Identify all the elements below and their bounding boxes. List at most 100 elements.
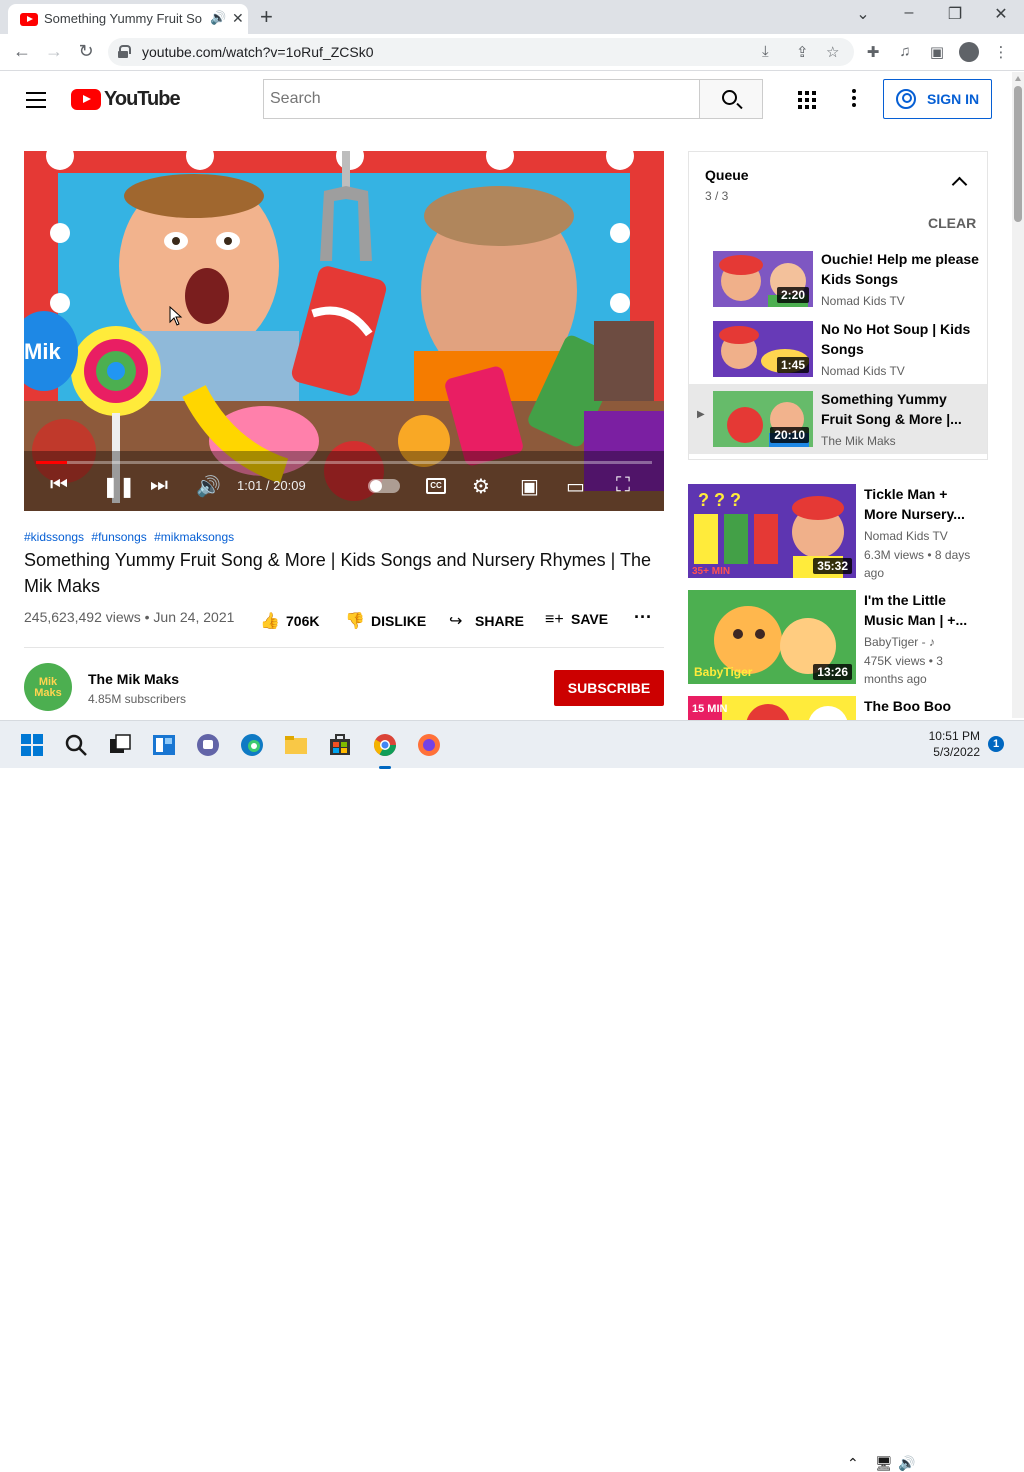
thumbnail-image: 15 MIN (688, 696, 856, 720)
extensions-puzzle-icon[interactable]: ✚ (862, 43, 884, 61)
tab-close-icon[interactable]: ✕ (232, 10, 244, 27)
queue-item-current[interactable]: ▶ 20:10 Something Yummy Fruit Song & Mor… (689, 384, 987, 454)
chevron-down-icon[interactable]: ⌄ (848, 4, 878, 24)
reload-icon[interactable]: ↻ (74, 41, 98, 62)
lock-icon[interactable] (118, 45, 131, 58)
queue-thumbnail[interactable]: 1:45 (713, 321, 813, 377)
media-control-icon[interactable]: ♫ (894, 43, 916, 60)
bookmark-star-icon[interactable]: ☆ (826, 43, 839, 61)
task-view-icon[interactable] (108, 733, 132, 757)
edge-browser-icon[interactable] (240, 733, 264, 757)
fullscreen-icon[interactable]: ⛶ (616, 474, 630, 497)
youtube-logo-text: YouTube (104, 88, 181, 110)
windows-start-icon[interactable] (20, 733, 44, 757)
teams-chat-icon[interactable] (196, 733, 220, 757)
recommendation-title[interactable]: The Boo Boo (864, 696, 976, 716)
side-panel-icon[interactable]: ▣ (926, 43, 948, 61)
queue-item[interactable]: 1:45 No No Hot Soup | Kids Songs Nomad K… (689, 314, 987, 384)
install-icon[interactable]: ⤓ (762, 43, 769, 60)
browser-menu-icon[interactable]: ⋮ (990, 43, 1012, 61)
forward-arrow-icon[interactable]: → (42, 41, 66, 62)
queue-item-title[interactable]: Ouchie! Help me please Kids Songs (821, 249, 979, 289)
miniplayer-icon[interactable]: ▣ (520, 474, 539, 499)
profile-avatar-icon[interactable] (959, 42, 979, 62)
queue-item-title[interactable]: No No Hot Soup | Kids Songs (821, 319, 979, 359)
autoplay-toggle[interactable] (368, 479, 400, 493)
recommendation-meta: 475K views • 3 months ago (864, 654, 943, 686)
svg-text:? ? ?: ? ? ? (698, 490, 741, 510)
queue-thumbnail[interactable]: 20:10 (713, 391, 813, 447)
video-frame-image: Mik (24, 151, 664, 511)
search-button[interactable] (699, 79, 763, 119)
like-button[interactable]: 👍 706K (260, 611, 319, 631)
page-scrollbar[interactable] (1012, 72, 1024, 718)
notification-badge[interactable]: 1 (988, 736, 1004, 752)
volume-icon[interactable]: 🔊 (196, 474, 221, 499)
queue-clear-button[interactable]: CLEAR (928, 215, 976, 231)
share-button[interactable]: ↪ SHARE (449, 611, 524, 631)
subscribe-button[interactable]: SUBSCRIBE (554, 670, 664, 706)
hashtag-link[interactable]: #funsongs (91, 530, 146, 544)
sign-in-button[interactable]: SIGN IN (883, 79, 992, 119)
browser-tab[interactable]: Something Yummy Fruit Song 🔊 ✕ (8, 4, 248, 34)
theater-mode-icon[interactable]: ▭ (566, 474, 585, 499)
volume-tray-icon[interactable]: 🔊 (898, 1455, 915, 1472)
video-player[interactable]: Mik (24, 151, 664, 511)
url-text[interactable]: youtube.com/watch?v=1oRuf_ZCSk0 (142, 44, 374, 60)
chevron-up-icon[interactable] (951, 176, 968, 193)
progress-bar[interactable] (36, 461, 652, 464)
search-input[interactable] (264, 80, 700, 118)
recommendation-title[interactable]: I'm the Little Music Man | +... (864, 590, 976, 630)
dislike-button[interactable]: 👎 DISLIKE (345, 611, 426, 631)
hashtag-link[interactable]: #mikmaksongs (154, 530, 234, 544)
clock-date[interactable]: 5/3/2022 (933, 745, 980, 759)
queue-thumbnail[interactable]: 2:20 (713, 251, 813, 307)
chevron-up-tray-icon[interactable]: ⌃ (847, 1455, 859, 1472)
restore-icon[interactable]: ❐ (940, 4, 970, 24)
file-explorer-icon[interactable] (284, 733, 308, 757)
widgets-icon[interactable] (152, 733, 176, 757)
search-box[interactable] (263, 79, 700, 119)
queue-item-title[interactable]: Something Yummy Fruit Song & More |... (821, 389, 979, 429)
recommendation-thumbnail[interactable]: 15 MIN (688, 696, 856, 720)
address-bar[interactable]: youtube.com/watch?v=1oRuf_ZCSk0 ⤓ ⇪ ☆ (108, 38, 854, 66)
recommendation-item[interactable]: ? ? ? 35+ MIN 35:32 Tickle Man + More Nu… (688, 484, 988, 580)
previous-icon[interactable]: ⏮ (50, 474, 68, 497)
back-arrow-icon[interactable]: ← (10, 41, 34, 62)
recommendation-item[interactable]: BabyTiger 13:26 I'm the Little Music Man… (688, 590, 988, 686)
settings-gear-icon[interactable]: ⚙ (472, 474, 490, 499)
recommendation-title[interactable]: Tickle Man + More Nursery... (864, 484, 976, 524)
next-icon[interactable]: ⏭ (150, 474, 168, 497)
hashtag-link[interactable]: #kidssongs (24, 530, 84, 544)
recommendation-thumbnail[interactable]: ? ? ? 35+ MIN 35:32 (688, 484, 856, 578)
recommendation-thumbnail[interactable]: BabyTiger 13:26 (688, 590, 856, 684)
recommendation-channel[interactable]: BabyTiger - ♪ (864, 635, 935, 649)
speaker-icon[interactable]: 🔊 (210, 10, 226, 26)
firefox-icon[interactable] (417, 733, 441, 757)
hamburger-menu-icon[interactable] (26, 92, 46, 108)
recommendation-channel[interactable]: Nomad Kids TV (864, 529, 948, 543)
save-button[interactable]: ≡+ SAVE (545, 611, 608, 629)
clock-time[interactable]: 10:51 PM (929, 729, 980, 743)
window-close-icon[interactable]: ✕ (986, 4, 1016, 24)
scrollbar-thumb[interactable] (1014, 86, 1022, 222)
channel-avatar[interactable]: Mik Maks (24, 663, 72, 711)
share-icon[interactable]: ⇪ (796, 43, 809, 61)
pause-icon[interactable]: ❚❚ (102, 474, 136, 499)
more-actions-icon[interactable]: ··· (634, 607, 652, 628)
minimize-icon[interactable]: – (894, 4, 924, 22)
channel-name[interactable]: The Mik Maks (88, 671, 179, 687)
store-icon[interactable] (328, 733, 352, 757)
queue-item[interactable]: 2:20 Ouchie! Help me please Kids Songs N… (689, 244, 987, 314)
queue-panel: Queue 3 / 3 CLEAR 2:20 Ouchie! Help me p… (688, 151, 988, 460)
new-tab-plus-icon[interactable]: + (260, 4, 273, 30)
scroll-up-arrow-icon[interactable] (1015, 76, 1021, 81)
search-icon[interactable] (64, 733, 88, 757)
chrome-icon[interactable] (373, 733, 397, 757)
captions-icon[interactable]: CC (426, 478, 446, 494)
recommendation-item[interactable]: 15 MIN The Boo Boo (688, 696, 988, 720)
settings-dots-icon[interactable] (852, 89, 858, 110)
svg-text:35+ MIN: 35+ MIN (692, 566, 730, 577)
network-icon[interactable]: 🖥 (875, 1455, 893, 1472)
apps-grid-icon[interactable] (798, 91, 816, 109)
